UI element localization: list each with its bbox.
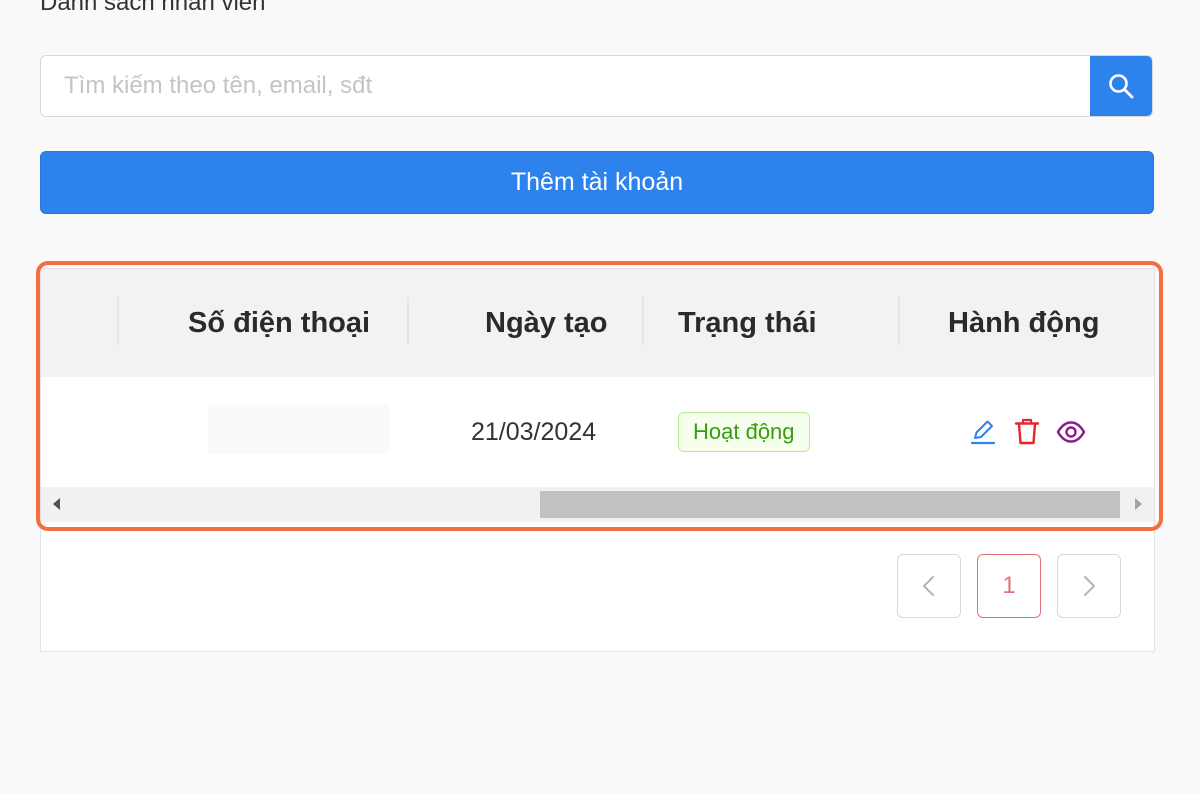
pagination-prev-button[interactable] (897, 554, 961, 618)
phone-cell (208, 404, 389, 454)
add-account-button[interactable]: Thêm tài khoản (40, 151, 1154, 214)
edit-icon (970, 420, 996, 445)
search-input[interactable] (41, 56, 1091, 116)
column-separator (407, 297, 409, 345)
pagination-next-button[interactable] (1057, 554, 1121, 618)
scroll-right-arrow-icon[interactable] (1135, 498, 1142, 510)
scrollbar-thumb[interactable] (540, 491, 1120, 518)
horizontal-scrollbar[interactable] (41, 487, 1154, 522)
column-header-phone[interactable]: Số điện thoại (188, 269, 370, 377)
column-header-created-date[interactable]: Ngày tạo (485, 269, 607, 377)
delete-icon (1014, 418, 1040, 445)
search-button[interactable] (1090, 56, 1152, 116)
chevron-left-icon (923, 576, 934, 596)
table-row: 21/03/2024 Hoạt động (41, 377, 1154, 487)
search-icon (1109, 74, 1134, 99)
table-header: Số điện thoại Ngày tạo Trạng thái Hành đ… (41, 269, 1154, 377)
edit-button[interactable] (967, 416, 999, 448)
column-separator (117, 297, 119, 345)
pagination-page-1[interactable]: 1 (977, 554, 1041, 618)
row-actions (967, 415, 1087, 449)
column-header-actions[interactable]: Hành động (948, 269, 1099, 377)
view-icon (1056, 421, 1086, 443)
view-button[interactable] (1055, 416, 1087, 448)
column-header-status[interactable]: Trạng thái (678, 269, 817, 377)
search-box (40, 55, 1153, 117)
chevron-right-icon (1084, 576, 1095, 596)
delete-button[interactable] (1011, 416, 1043, 448)
status-badge: Hoạt động (678, 412, 810, 452)
created-date-cell: 21/03/2024 (471, 417, 597, 446)
scroll-left-arrow-icon[interactable] (53, 498, 60, 510)
column-separator (642, 297, 644, 345)
column-separator (898, 297, 900, 345)
page-title: Danh sách nhân viên (40, 0, 266, 16)
